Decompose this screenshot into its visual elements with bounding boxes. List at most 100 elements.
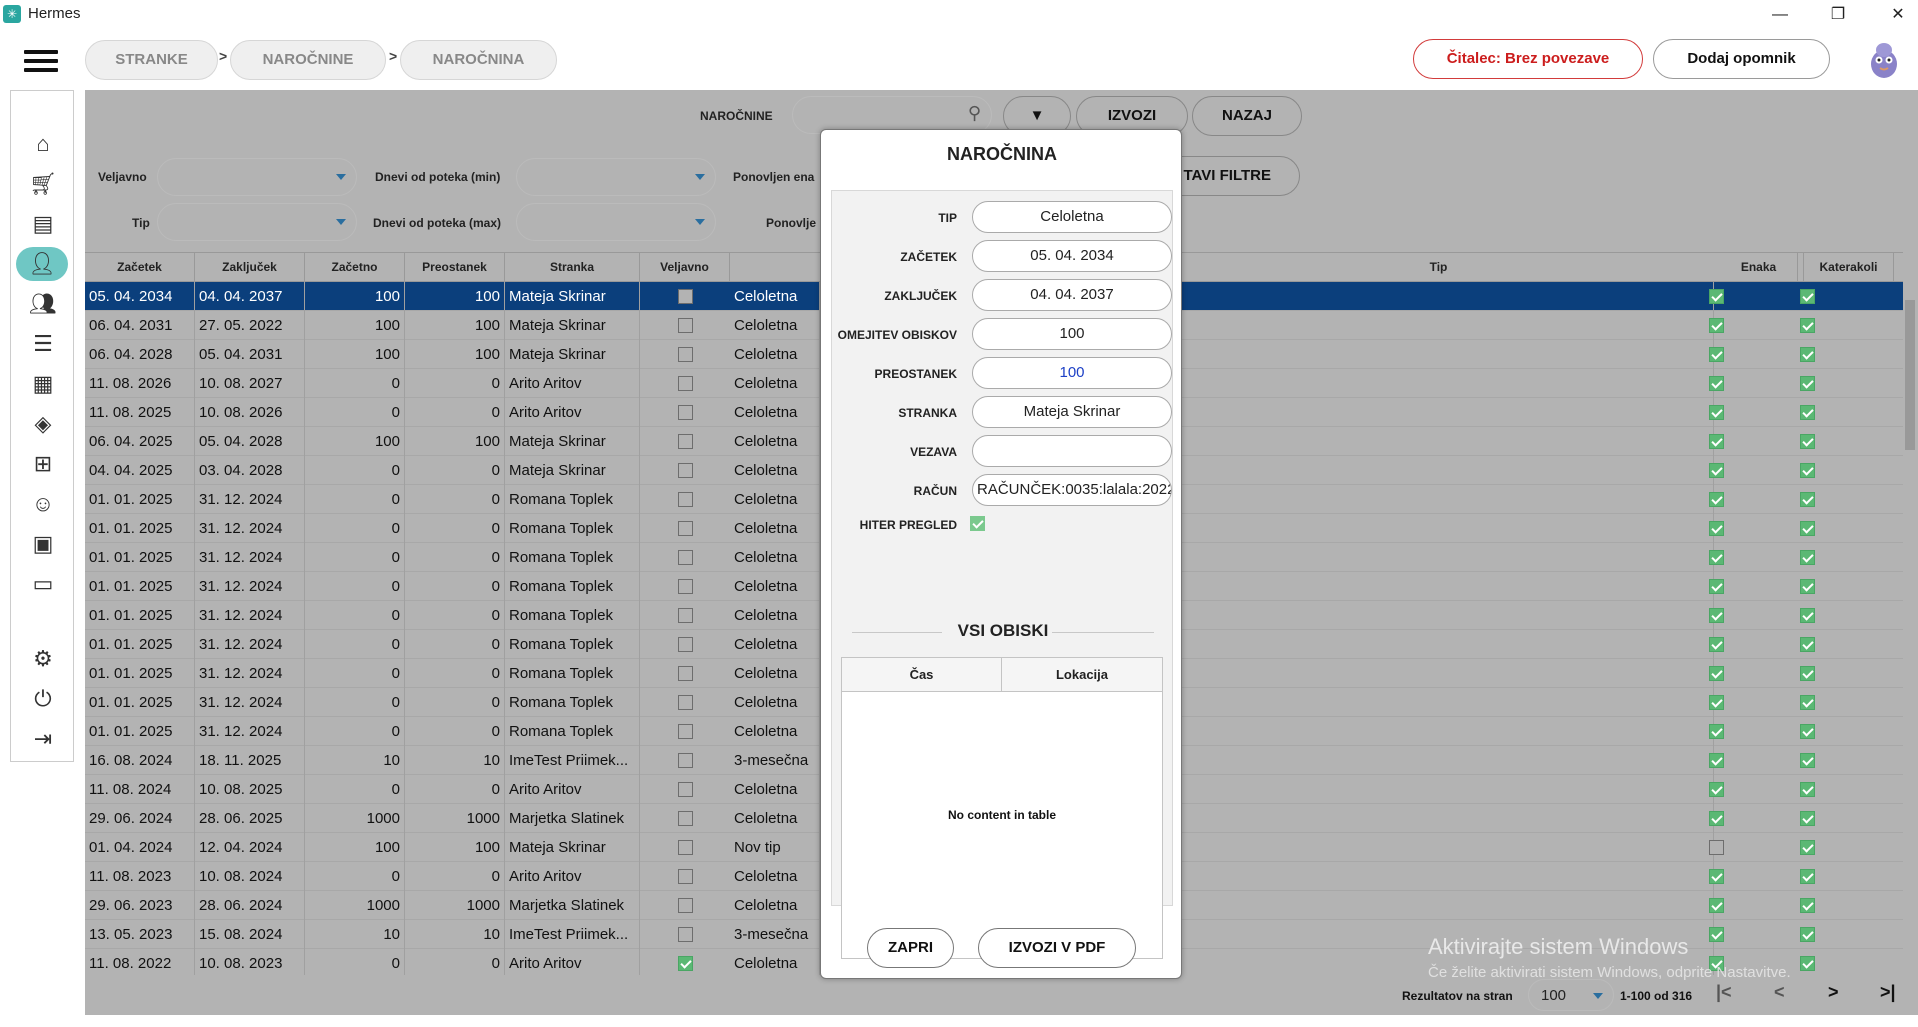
checkbox-valid[interactable] <box>678 637 693 652</box>
checkbox-any[interactable] <box>1800 347 1815 362</box>
prev-page-icon[interactable]: < <box>1774 982 1785 1003</box>
checkbox-any[interactable] <box>1800 434 1815 449</box>
col-start[interactable]: Začetek <box>85 253 195 281</box>
col-time[interactable]: Čas <box>842 658 1002 692</box>
field-start[interactable]: 05. 04. 2034 <box>972 240 1172 272</box>
power-icon[interactable]: ⏻ <box>20 682 66 716</box>
checkbox-valid[interactable] <box>678 898 693 913</box>
checkbox-any[interactable] <box>1800 782 1815 797</box>
breadcrumb-stranke[interactable]: STRANKE <box>85 40 218 80</box>
layers-icon[interactable]: ◈ <box>20 407 66 441</box>
checkbox-valid[interactable] <box>678 347 693 362</box>
checkbox-same[interactable] <box>1709 318 1724 333</box>
checkbox-any[interactable] <box>1800 811 1815 826</box>
checkbox-same[interactable] <box>1709 666 1724 681</box>
document-icon[interactable]: ▤ <box>20 207 66 241</box>
checkbox-any[interactable] <box>1800 463 1815 478</box>
checkbox-valid[interactable] <box>678 811 693 826</box>
checkbox-valid[interactable] <box>678 550 693 565</box>
checkbox-same[interactable] <box>1709 376 1724 391</box>
checkbox-same[interactable] <box>1709 637 1724 652</box>
days-min-select[interactable] <box>516 158 716 196</box>
add-reminder-button[interactable]: Dodaj opomnik <box>1653 39 1830 79</box>
checkbox-any[interactable] <box>1800 753 1815 768</box>
quick-review-checkbox[interactable] <box>970 516 985 531</box>
col-end[interactable]: Zaključek <box>195 253 305 281</box>
scrollbar-thumb[interactable] <box>1905 300 1915 450</box>
col-remaining[interactable]: Preostanek <box>405 253 505 281</box>
worker-icon[interactable]: ☺ <box>20 487 66 521</box>
checkbox-valid[interactable] <box>678 840 693 855</box>
checkbox-any[interactable] <box>1800 289 1815 304</box>
checkbox-valid[interactable] <box>678 521 693 536</box>
chat-icon[interactable]: ▭ <box>20 567 66 601</box>
checkbox-same[interactable] <box>1709 405 1724 420</box>
minimize-button[interactable]: — <box>1760 2 1800 28</box>
checkbox-same[interactable] <box>1709 347 1724 362</box>
checkbox-same[interactable] <box>1709 724 1724 739</box>
col-valid[interactable]: Veljavno <box>640 253 730 281</box>
checkbox-any[interactable] <box>1800 405 1815 420</box>
checkbox-valid[interactable] <box>678 956 693 971</box>
first-page-icon[interactable]: |< <box>1716 982 1732 1003</box>
checkbox-valid[interactable] <box>678 753 693 768</box>
checkbox-valid[interactable] <box>678 608 693 623</box>
close-button[interactable]: ZAPRI <box>867 928 954 968</box>
next-page-icon[interactable]: > <box>1828 982 1839 1003</box>
checkbox-any[interactable] <box>1800 637 1815 652</box>
checkbox-any[interactable] <box>1800 608 1815 623</box>
checkbox-valid[interactable] <box>678 492 693 507</box>
checkbox-any[interactable] <box>1800 956 1815 971</box>
checkbox-same[interactable] <box>1709 521 1724 536</box>
checkbox-any[interactable] <box>1800 695 1815 710</box>
home-icon[interactable]: ⌂ <box>20 127 66 161</box>
col-initial[interactable]: Začetno <box>305 253 405 281</box>
col-client[interactable]: Stranka <box>505 253 640 281</box>
field-client[interactable]: Mateja Skrinar <box>972 396 1172 428</box>
checkbox-any[interactable] <box>1800 579 1815 594</box>
checkbox-same[interactable] <box>1709 782 1724 797</box>
network-icon[interactable]: ⊞ <box>20 447 66 481</box>
breadcrumb-narocnina[interactable]: NAROČNINA <box>400 40 557 80</box>
per-page-select[interactable]: 100 <box>1528 979 1614 1011</box>
checkbox-valid[interactable] <box>678 927 693 942</box>
checkbox-same[interactable] <box>1709 811 1724 826</box>
checkbox-same[interactable] <box>1709 869 1724 884</box>
checkbox-valid[interactable] <box>678 405 693 420</box>
checkbox-valid[interactable] <box>678 376 693 391</box>
checkbox-valid[interactable] <box>678 463 693 478</box>
checkbox-valid[interactable] <box>678 318 693 333</box>
checkbox-any[interactable] <box>1800 376 1815 391</box>
field-remaining[interactable]: 100 <box>972 357 1172 389</box>
calendar-icon[interactable]: ▦ <box>20 367 66 401</box>
export-pdf-button[interactable]: IZVOZI V PDF <box>978 928 1136 968</box>
col-same[interactable]: Enaka <box>1714 253 1804 281</box>
checkbox-any[interactable] <box>1800 318 1815 333</box>
checkbox-valid[interactable] <box>678 666 693 681</box>
checkbox-same[interactable] <box>1709 695 1724 710</box>
checkbox-same[interactable] <box>1709 579 1724 594</box>
cart-icon[interactable]: 🛒︎ <box>20 167 66 201</box>
checkbox-valid[interactable] <box>678 579 693 594</box>
checkbox-same[interactable] <box>1709 753 1724 768</box>
checkbox-any[interactable] <box>1800 724 1815 739</box>
checkbox-valid[interactable] <box>678 869 693 884</box>
checkbox-same[interactable] <box>1709 898 1724 913</box>
checkbox-same[interactable] <box>1709 434 1724 449</box>
checkbox-same[interactable] <box>1709 463 1724 478</box>
checkbox-same[interactable] <box>1709 840 1724 855</box>
checkbox-same[interactable] <box>1709 608 1724 623</box>
col-location[interactable]: Lokacija <box>1002 658 1162 692</box>
briefcase-icon[interactable]: ▣ <box>20 527 66 561</box>
checkbox-any[interactable] <box>1800 898 1815 913</box>
checkbox-same[interactable] <box>1709 492 1724 507</box>
col-any[interactable]: Katerakoli <box>1804 253 1894 281</box>
type-filter-select[interactable] <box>157 203 357 241</box>
checkbox-any[interactable] <box>1800 869 1815 884</box>
valid-filter-select[interactable] <box>157 158 357 196</box>
checkbox-any[interactable] <box>1800 492 1815 507</box>
checkbox-same[interactable] <box>1709 927 1724 942</box>
checkbox-any[interactable] <box>1800 666 1815 681</box>
field-type[interactable]: Celoletna <box>972 201 1172 233</box>
gear-icon[interactable]: ⚙ <box>20 642 66 676</box>
